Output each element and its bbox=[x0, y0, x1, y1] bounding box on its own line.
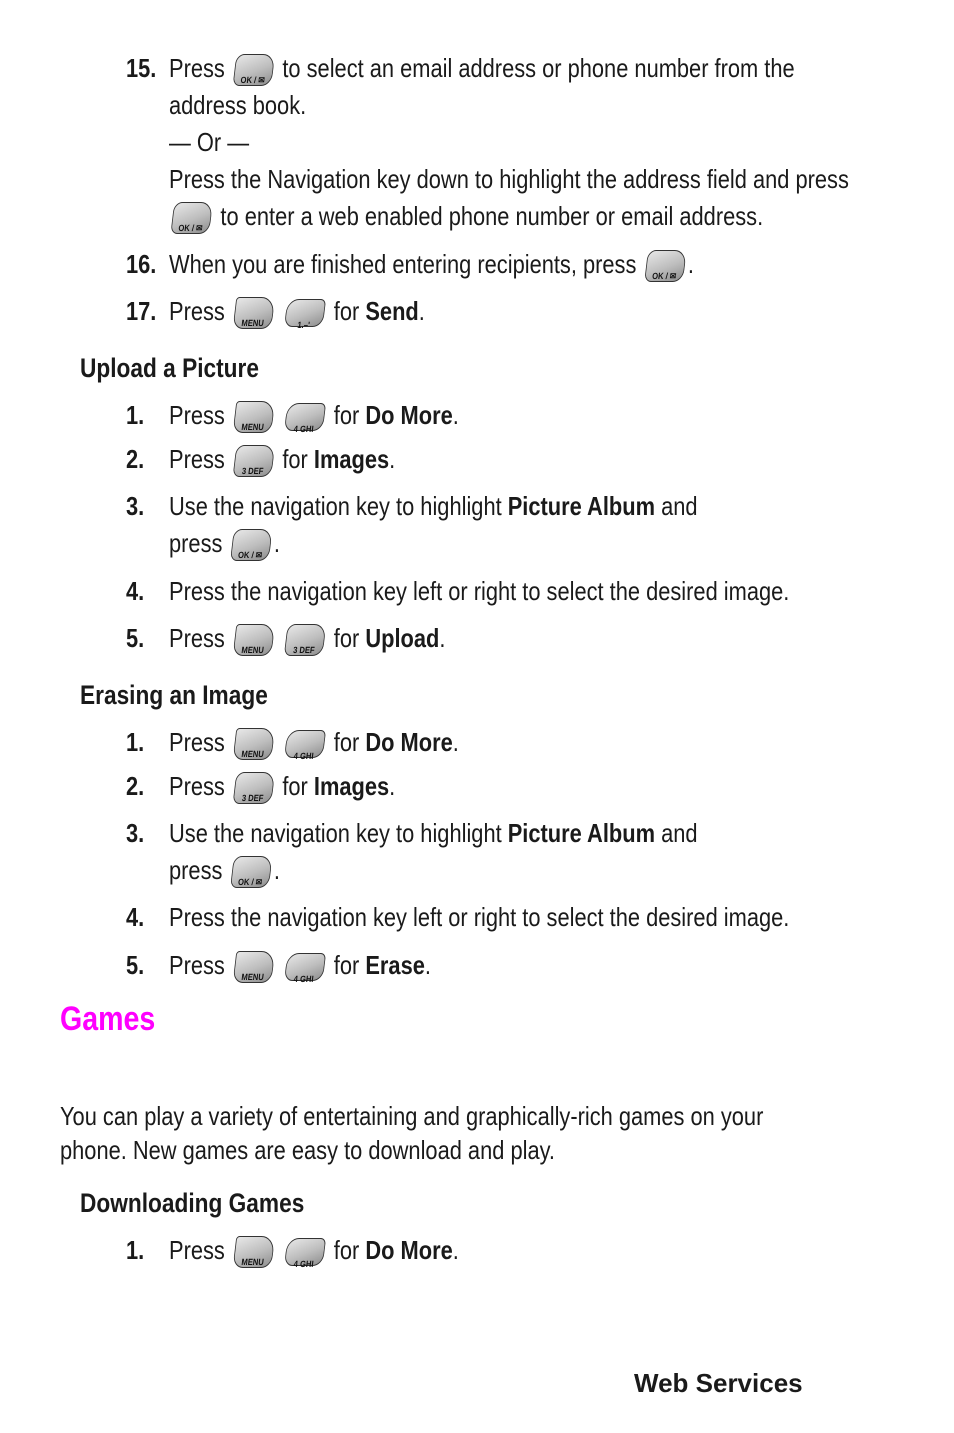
ok-key-icon: OK / ✉ bbox=[229, 856, 273, 889]
manual-page: 15. Press OK / ✉ to select an email addr… bbox=[0, 0, 954, 1433]
ok-key-icon: OK / ✉ bbox=[229, 529, 273, 562]
one-key-icon: 1.–' bbox=[284, 299, 327, 330]
menu-key-icon: MENU bbox=[232, 951, 275, 984]
four-key-icon: 4 GHI bbox=[284, 403, 327, 434]
upload-heading: Upload a Picture bbox=[80, 353, 259, 383]
menu-key-icon: MENU bbox=[232, 1236, 275, 1269]
step-number: 15. bbox=[126, 53, 157, 83]
games-section-title: Games bbox=[60, 1000, 156, 1038]
page-footer-section: Web Services bbox=[634, 1368, 803, 1398]
three-key-icon: 3 DEF bbox=[232, 772, 275, 805]
ok-key-icon: OK / ✉ bbox=[643, 250, 687, 283]
menu-key-icon: MENU bbox=[232, 728, 275, 761]
ok-key-icon: OK / ✉ bbox=[170, 202, 213, 235]
menu-key-icon: MENU bbox=[232, 624, 275, 657]
erase-heading: Erasing an Image bbox=[80, 680, 268, 710]
downloading-games-heading: Downloading Games bbox=[80, 1188, 305, 1218]
four-key-icon: 4 GHI bbox=[284, 953, 327, 984]
three-key-icon: 3 DEF bbox=[283, 624, 327, 657]
four-key-icon: 4 GHI bbox=[284, 730, 327, 761]
three-key-icon: 3 DEF bbox=[232, 445, 275, 478]
games-intro: You can play a variety of entertaining a… bbox=[60, 1101, 764, 1165]
menu-key-icon: MENU bbox=[232, 297, 275, 330]
menu-key-icon: MENU bbox=[232, 401, 275, 434]
ok-key-icon: OK / ✉ bbox=[232, 54, 275, 87]
four-key-icon: 4 GHI bbox=[284, 1238, 327, 1269]
